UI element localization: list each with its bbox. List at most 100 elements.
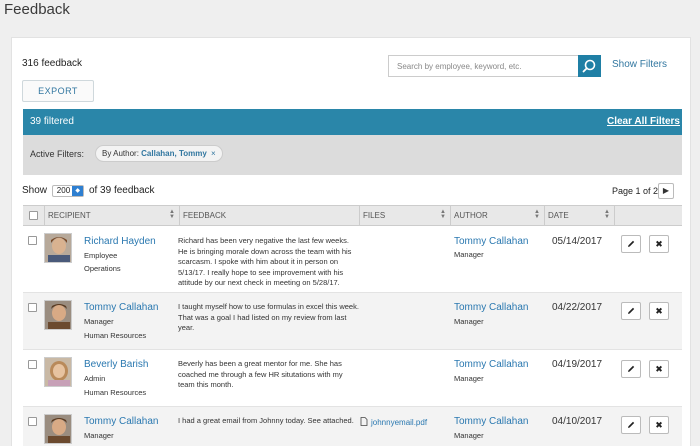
page-indicator: Page 1 of 2 [612, 186, 659, 196]
column-date[interactable]: DATE ▲ ▼ [544, 206, 614, 225]
table-row: Richard Hayden Employee Operations Richa… [23, 226, 682, 293]
delete-button[interactable]: ✖ [649, 416, 669, 434]
pencil-icon [628, 421, 635, 428]
close-icon: ✖ [655, 306, 663, 316]
chip-remove-icon[interactable]: × [211, 149, 216, 158]
search-button[interactable] [578, 55, 601, 77]
column-label: DATE [548, 211, 569, 220]
column-author[interactable]: AUTHOR ▲ ▼ [450, 206, 544, 225]
row-checkbox[interactable] [28, 236, 37, 245]
recipient-title: Admin [84, 374, 106, 383]
recipient-department: Operations [84, 264, 121, 273]
edit-button[interactable] [621, 302, 641, 320]
recipient-name-link[interactable]: Beverly Barish [84, 359, 148, 370]
select-arrow-icon: ◆ [72, 186, 84, 196]
edit-button[interactable] [621, 416, 641, 434]
filtered-count: 39 filtered [30, 116, 74, 127]
attachment-link[interactable]: johnnyemail.pdf [360, 417, 427, 427]
search-icon [582, 59, 596, 73]
show-filters-link[interactable]: Show Filters [612, 59, 667, 70]
recipient-department: Human Resources [84, 331, 147, 340]
active-filters: Active Filters: By Author: Callahan, Tom… [23, 135, 682, 175]
row-checkbox[interactable] [28, 360, 37, 369]
page-size-select[interactable]: 200 ◆ [51, 185, 85, 197]
author-name-link[interactable]: Tommy Callahan [454, 359, 528, 370]
page-size-value: 200 [56, 186, 71, 195]
recipient-title: Employee [84, 251, 118, 260]
chip-prefix: By Author: [102, 149, 139, 158]
delete-button[interactable]: ✖ [649, 302, 669, 320]
close-icon: ✖ [655, 239, 663, 249]
table-row: Tommy Callahan Manager Human Resources I… [23, 293, 682, 350]
edit-button[interactable] [621, 235, 641, 253]
author-name-link[interactable]: Tommy Callahan [454, 302, 528, 313]
pencil-icon [628, 240, 635, 247]
recipient-name-link[interactable]: Tommy Callahan [84, 416, 158, 427]
feedback-date: 04/19/2017 [552, 359, 603, 370]
of-total-label: of 39 feedback [88, 185, 155, 196]
author-role: Manager [454, 431, 484, 440]
pencil-icon [628, 365, 635, 372]
column-label: AUTHOR [454, 211, 488, 220]
table-row: Beverly Barish Admin Human Resources Bev… [23, 350, 682, 407]
author-role: Manager [454, 317, 484, 326]
author-role: Manager [454, 374, 484, 383]
recipient-name-link[interactable]: Richard Hayden [84, 236, 156, 247]
pencil-icon [628, 307, 635, 314]
avatar [44, 357, 72, 387]
author-filter-chip[interactable]: By Author: Callahan, Tommy × [95, 145, 223, 162]
search-input[interactable] [388, 55, 579, 77]
column-files[interactable]: FILES ▲ ▼ [359, 206, 450, 225]
attachment-filename: johnnyemail.pdf [371, 418, 428, 427]
feedback-text: I had a great email from Johnny today. S… [178, 416, 354, 425]
recipient-name-link[interactable]: Tommy Callahan [84, 302, 158, 313]
feedback-panel: 316 feedback EXPORT Show Filters 39 filt… [11, 37, 691, 446]
feedback-count: 316 feedback [22, 58, 83, 69]
active-filters-label: Active Filters: [30, 149, 85, 159]
chevron-right-icon: ▶ [662, 186, 670, 195]
sort-icon: ▲ ▼ [169, 209, 175, 220]
feedback-text: Richard has been very negative the last … [178, 236, 352, 287]
avatar [44, 300, 72, 330]
edit-button[interactable] [621, 360, 641, 378]
row-checkbox[interactable] [28, 417, 37, 426]
feedback-date: 04/10/2017 [552, 416, 603, 427]
column-label: FILES [363, 211, 386, 220]
recipient-title: Manager [84, 431, 114, 440]
sort-icon: ▲ ▼ [604, 209, 610, 220]
page-size-control: Show 200 ◆ of 39 feedback [22, 185, 155, 197]
export-button[interactable]: EXPORT [22, 80, 94, 102]
feedback-text: I taught myself how to use formulas in e… [178, 302, 359, 332]
close-icon: ✖ [655, 364, 663, 374]
chip-value: Callahan, Tommy [141, 149, 207, 158]
clear-all-filters-link[interactable]: Clear All Filters [607, 116, 680, 127]
avatar [44, 233, 72, 263]
file-pdf-icon [360, 417, 368, 426]
feedback-text: Beverly has been a great mentor for me. … [178, 359, 343, 389]
page-title: Feedback [4, 1, 70, 18]
close-icon: ✖ [655, 420, 663, 430]
row-checkbox[interactable] [28, 303, 37, 312]
column-label: RECIPIENT [48, 211, 91, 220]
table-row: Tommy Callahan Manager I had a great ema… [23, 407, 682, 446]
author-name-link[interactable]: Tommy Callahan [454, 236, 528, 247]
column-feedback: FEEDBACK [179, 206, 359, 225]
feedback-date: 05/14/2017 [552, 236, 603, 247]
filter-bar: 39 filtered Clear All Filters [23, 109, 682, 135]
delete-button[interactable]: ✖ [649, 235, 669, 253]
avatar [44, 414, 72, 444]
recipient-department: Human Resources [84, 388, 147, 397]
column-label: FEEDBACK [183, 211, 227, 220]
select-all-checkbox[interactable] [29, 211, 38, 220]
delete-button[interactable]: ✖ [649, 360, 669, 378]
show-label: Show [22, 185, 48, 196]
sort-icon: ▲ ▼ [440, 209, 446, 220]
recipient-title: Manager [84, 317, 114, 326]
column-recipient[interactable]: RECIPIENT ▲ ▼ [44, 206, 179, 225]
sort-icon: ▲ ▼ [534, 209, 540, 220]
author-role: Manager [454, 250, 484, 259]
feedback-date: 04/22/2017 [552, 302, 603, 313]
next-page-button[interactable]: ▶ [658, 183, 674, 199]
select-all-cell [23, 206, 44, 225]
author-name-link[interactable]: Tommy Callahan [454, 416, 528, 427]
